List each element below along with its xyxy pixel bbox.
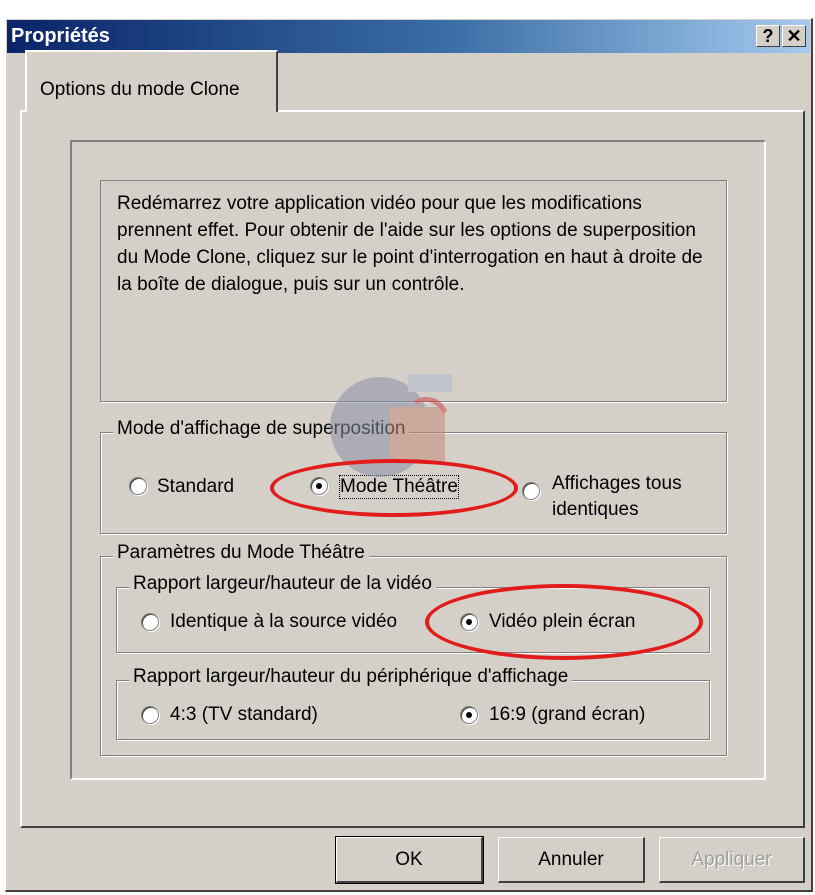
radio-standard[interactable] [129,477,147,495]
radio-4-3[interactable] [141,706,159,724]
radio-16-9[interactable] [460,706,478,724]
tab-clone-options[interactable]: Options du mode Clone [25,50,278,112]
cancel-button[interactable]: Annuler [498,837,645,883]
help-button[interactable]: ? [756,25,780,47]
apply-button: Appliquer [659,837,805,883]
radio-same-as-source[interactable] [141,613,159,631]
radio-fullscreen-video-label[interactable]: Vidéo plein écran [489,611,635,633]
radio-mode-theatre[interactable] [310,477,328,495]
title-bar[interactable]: Propriétés ? ✕ [7,20,810,53]
window-title: Propriétés [11,25,110,47]
ok-button[interactable]: OK [335,836,484,884]
display-aspect-legend: Rapport largeur/hauteur du périphérique … [129,666,573,688]
radio-identical-displays-label-2[interactable]: identiques [552,499,639,521]
tab-label: Options du mode Clone [40,79,240,100]
radio-4-3-label[interactable]: 4:3 (TV standard) [170,704,318,726]
video-aspect-legend: Rapport largeur/hauteur de la vidéo [129,573,436,595]
radio-16-9-label[interactable]: 16:9 (grand écran) [489,704,645,726]
radio-fullscreen-video[interactable] [460,613,478,631]
info-text: Redémarrez votre application vidéo pour … [100,180,727,402]
radio-identical-displays[interactable] [522,482,540,500]
theater-settings-legend: Paramètres du Mode Théâtre [113,542,369,564]
radio-identical-displays-label-1[interactable]: Affichages tous [552,473,682,495]
close-button[interactable]: ✕ [782,25,806,47]
radio-same-as-source-label[interactable]: Identique à la source vidéo [170,611,424,633]
overlay-mode-legend: Mode d'affichage de superposition [113,418,410,440]
radio-mode-theatre-label[interactable]: Mode Théâtre [339,475,459,499]
radio-standard-label[interactable]: Standard [157,476,234,498]
